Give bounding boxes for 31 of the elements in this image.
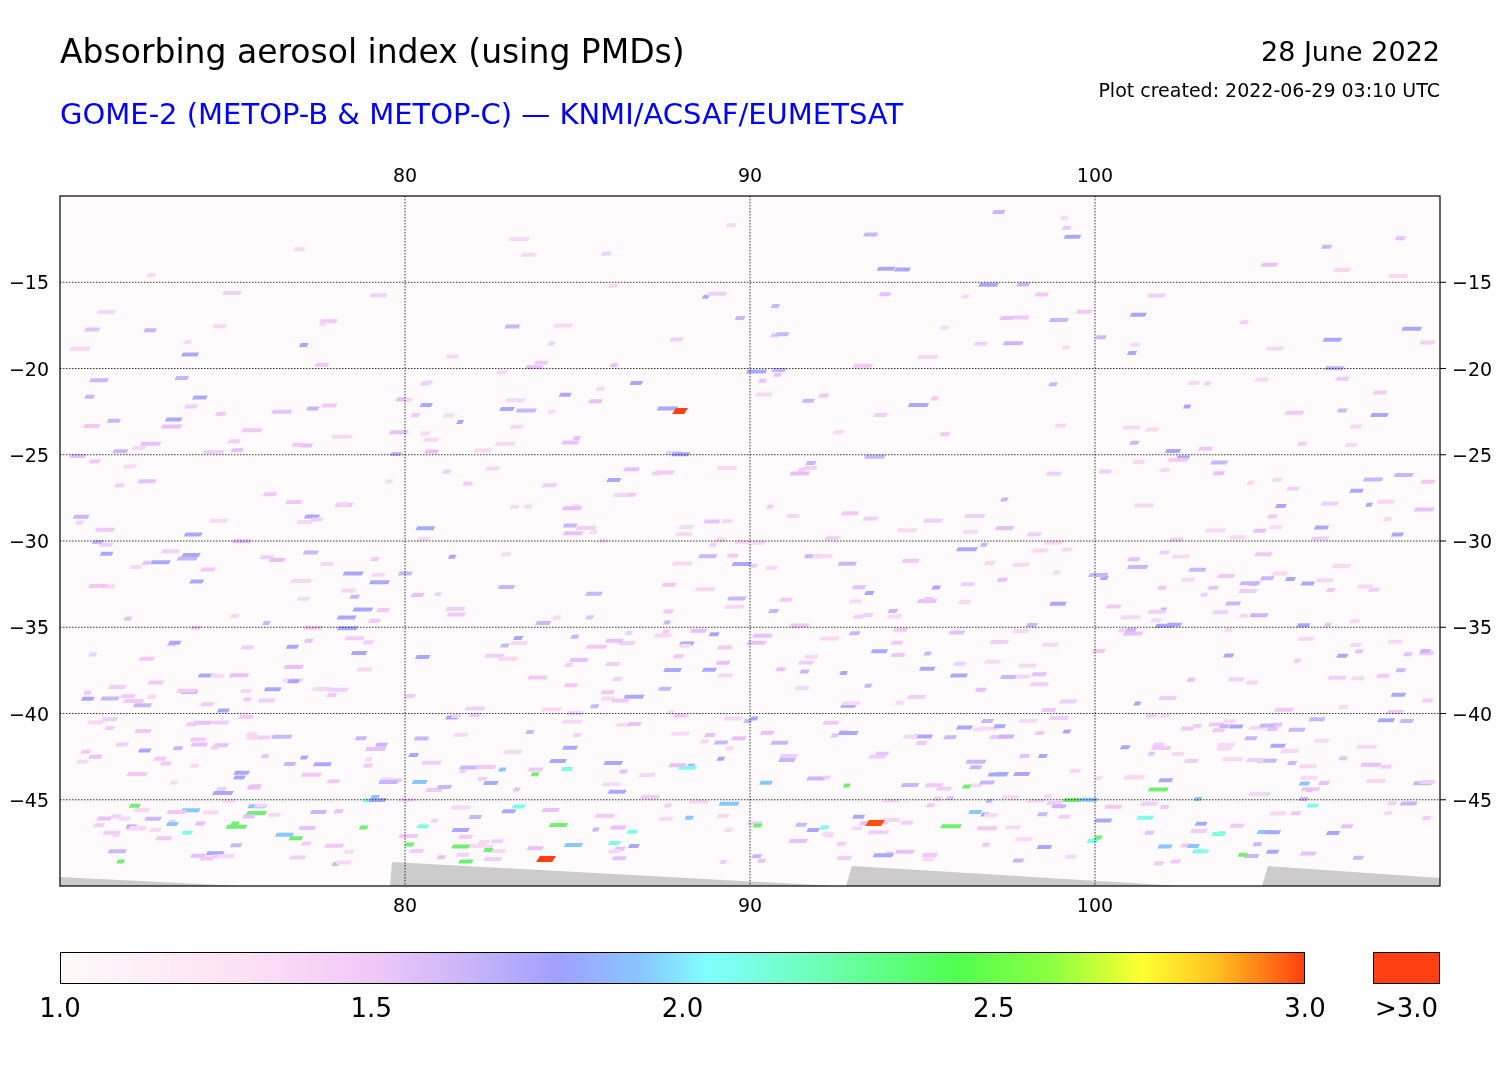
colorbar-label: 2.0 <box>661 992 704 1024</box>
latitude-label: −35 <box>1452 616 1493 639</box>
colorbar-label: 2.5 <box>973 992 1015 1024</box>
longitude-label: 90 <box>737 164 763 186</box>
latitude-label: −20 <box>1452 357 1493 380</box>
longitude-label: 100 <box>1076 164 1114 186</box>
latitude-label: −45 <box>1452 788 1493 811</box>
latitude-label: −45 <box>8 788 49 811</box>
colorbar-overflow-label: >3.0 <box>1374 992 1439 1024</box>
latitude-label: −15 <box>8 271 49 294</box>
plot-title: Absorbing aerosol index (using PMDs) <box>60 32 686 72</box>
latitude-label: −30 <box>1452 530 1493 552</box>
colorbar-label: 3.0 <box>1284 992 1326 1024</box>
overflow-color-box <box>1373 952 1440 984</box>
longitude-label: 80 <box>392 894 418 916</box>
latitude-label: −25 <box>1452 443 1493 466</box>
latitude-label: −35 <box>8 616 49 639</box>
longitude-label: 100 <box>1076 894 1114 916</box>
latitude-label: −40 <box>1452 702 1493 725</box>
colorbar-label: 1.5 <box>350 992 392 1024</box>
latitude-label: −25 <box>8 443 49 466</box>
latitude-label: −30 <box>8 530 49 552</box>
longitude-label: 80 <box>392 164 418 186</box>
plot-date: 28 June 2022 <box>1260 35 1440 69</box>
longitude-label: 90 <box>737 894 763 916</box>
latitude-label: −15 <box>1452 271 1493 294</box>
plot-subtitle: GOME-2 (METOP-B & METOP-C) — KNMI/ACSAF/EUMETSAT <box>60 96 904 132</box>
latitude-label: −40 <box>8 702 49 725</box>
latitude-label: −20 <box>8 357 49 380</box>
colorbar-label: 1.0 <box>39 992 81 1024</box>
plot-created-text: Plot created: 2022-06-29 03:10 UTC <box>1098 78 1440 102</box>
